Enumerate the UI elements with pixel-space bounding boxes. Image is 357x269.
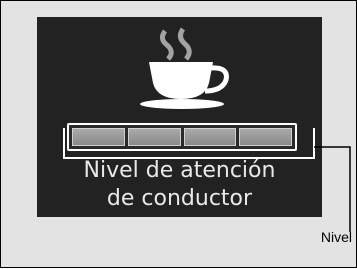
attention-level-bar (67, 123, 297, 151)
level-segment (183, 128, 237, 146)
attention-label-line2: de conductor (106, 186, 253, 211)
callout-label: Nivel (320, 229, 352, 245)
level-segment (72, 128, 125, 146)
attention-label-line1: Nivel de atención (83, 158, 276, 183)
level-segment (239, 128, 292, 146)
level-segment (127, 128, 181, 146)
illustration-frame: Nivel de atención de conductor Nivel (0, 0, 357, 268)
coffee-cup-icon (140, 27, 229, 109)
driver-attention-display: Nivel de atención de conductor (37, 17, 322, 217)
